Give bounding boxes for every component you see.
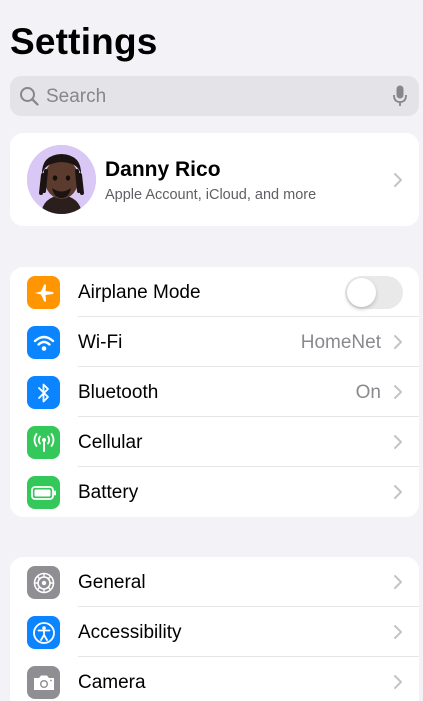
settings-row-camera[interactable]: Camera bbox=[10, 657, 419, 701]
battery-icon bbox=[27, 476, 60, 509]
settings-row-label: Bluetooth bbox=[78, 382, 159, 403]
settings-row-bluetooth[interactable]: Bluetooth On bbox=[10, 367, 419, 417]
accessibility-icon bbox=[27, 616, 60, 649]
chevron-right-icon bbox=[394, 625, 402, 639]
settings-row-value: HomeNet bbox=[300, 332, 381, 353]
chevron-right-icon bbox=[394, 485, 402, 499]
search-field[interactable]: Search bbox=[10, 76, 419, 116]
connectivity-group: Airplane Mode Wi-Fi HomeNet Bluetooth On bbox=[10, 267, 419, 517]
airplane-mode-toggle[interactable] bbox=[345, 276, 403, 309]
settings-row-label: Accessibility bbox=[78, 622, 182, 643]
settings-row-label: Cellular bbox=[78, 432, 143, 453]
airplane-icon bbox=[27, 276, 60, 309]
wifi-icon bbox=[27, 326, 60, 359]
profile-card[interactable]: Danny Rico Apple Account, iCloud, and mo… bbox=[10, 133, 419, 226]
chevron-right-icon bbox=[394, 173, 402, 187]
profile-subtitle: Apple Account, iCloud, and more bbox=[105, 187, 317, 203]
search-placeholder: Search bbox=[46, 86, 107, 107]
settings-row-label: Airplane Mode bbox=[78, 282, 201, 303]
settings-row-wifi[interactable]: Wi-Fi HomeNet bbox=[10, 317, 419, 367]
settings-row-value: On bbox=[355, 382, 381, 403]
chevron-right-icon bbox=[394, 335, 402, 349]
settings-row-general[interactable]: General bbox=[10, 557, 419, 607]
search-icon bbox=[20, 87, 39, 106]
chevron-right-icon bbox=[394, 385, 402, 399]
settings-row-label: Battery bbox=[78, 482, 139, 503]
settings-row-label: Wi-Fi bbox=[78, 332, 123, 353]
bluetooth-icon bbox=[27, 376, 60, 409]
antenna-icon bbox=[27, 426, 60, 459]
settings-row-cellular[interactable]: Cellular bbox=[10, 417, 419, 467]
chevron-right-icon bbox=[394, 435, 402, 449]
chevron-right-icon bbox=[394, 675, 402, 689]
gear-icon bbox=[27, 566, 60, 599]
settings-row-label: Camera bbox=[78, 672, 146, 693]
avatar bbox=[27, 145, 96, 214]
settings-row-accessibility[interactable]: Accessibility bbox=[10, 607, 419, 657]
settings-row-battery[interactable]: Battery bbox=[10, 467, 419, 517]
profile-name: Danny Rico bbox=[105, 158, 221, 181]
settings-row-airplane-mode[interactable]: Airplane Mode bbox=[10, 267, 419, 317]
page-title: Settings bbox=[10, 21, 158, 62]
settings-row-label: General bbox=[78, 572, 146, 593]
camera-icon bbox=[27, 666, 60, 699]
microphone-icon[interactable] bbox=[393, 85, 407, 107]
chevron-right-icon bbox=[394, 575, 402, 589]
general-group: General Accessibility Camera bbox=[10, 557, 419, 701]
